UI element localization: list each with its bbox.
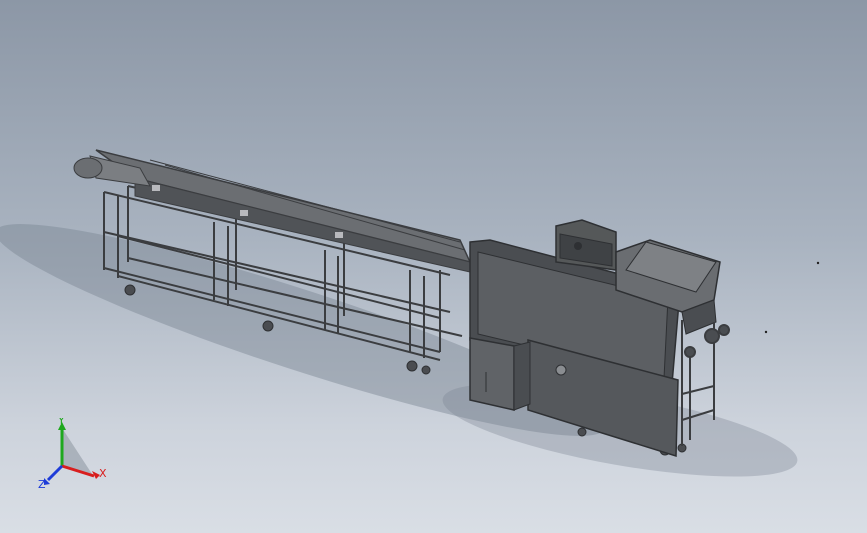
cad-viewport[interactable]: Y X Z [0,0,867,533]
axis-triad[interactable]: Y X Z [30,418,110,498]
point-marker [764,330,768,334]
z-axis-label: Z [38,478,46,491]
point-marker [816,261,820,265]
machine-model[interactable] [0,0,867,533]
y-axis-label: Y [57,418,65,427]
x-axis-label: X [99,467,107,480]
